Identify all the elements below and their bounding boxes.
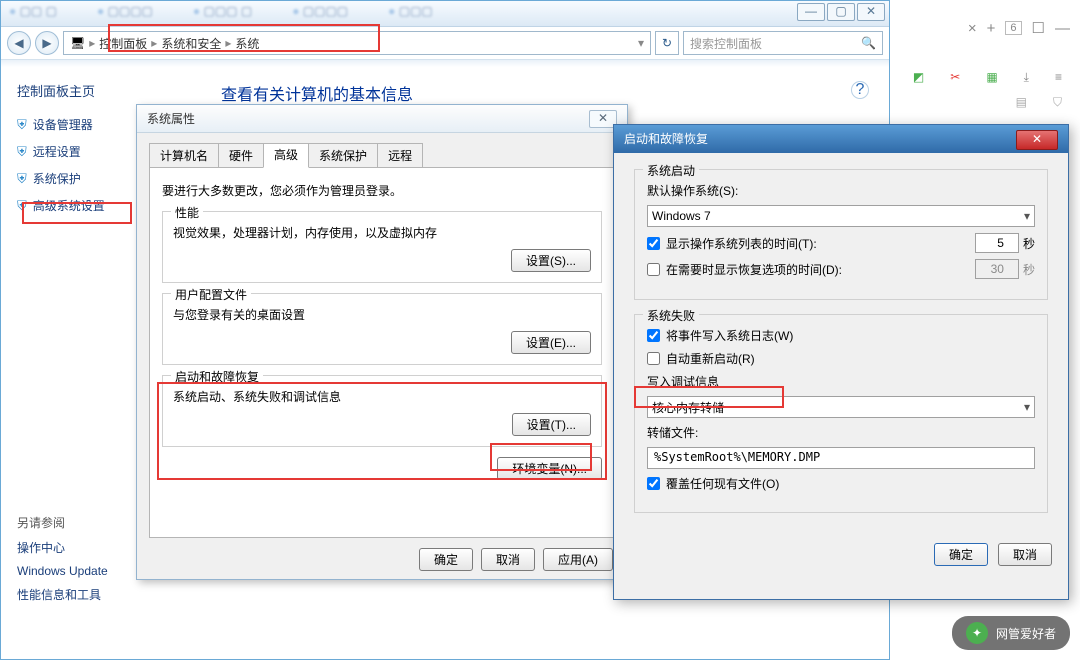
auto-restart-checkbox[interactable] — [647, 352, 660, 365]
chevron-down-icon[interactable]: ▾ — [638, 36, 644, 50]
perf-settings-button[interactable]: 设置(S)... — [511, 249, 591, 272]
pc-icon: 🖥 — [70, 36, 85, 50]
default-os-select[interactable]: Windows 7 ▾ — [647, 205, 1035, 227]
shield-icon: ⛉ — [1053, 95, 1062, 125]
tab-count: 6 — [1005, 21, 1021, 35]
group-title: 性能 — [171, 204, 203, 221]
bookmark-icon: ☐ — [1032, 19, 1045, 37]
tab-remote[interactable]: 远程 — [377, 143, 423, 167]
tab-advanced[interactable]: 高级 — [263, 143, 309, 168]
admin-note: 要进行大多数更改，您必须作为管理员登录。 — [162, 182, 602, 199]
tab-computer-name[interactable]: 计算机名 — [149, 143, 219, 167]
show-recovery-checkbox[interactable] — [647, 263, 660, 276]
dump-file-label: 转储文件: — [647, 424, 698, 441]
sidebar-home[interactable]: 控制面板主页 — [17, 81, 191, 100]
auto-restart-label: 自动重新启动(R) — [666, 350, 755, 367]
ok-button[interactable]: 确定 — [419, 548, 473, 571]
page-icon: ▤ — [1016, 95, 1027, 125]
shield-icon: ⛨ — [17, 144, 27, 160]
show-recovery-label: 在需要时显示恢复选项的时间(D): — [666, 261, 842, 278]
close-button[interactable]: ✕ — [1016, 130, 1058, 150]
dump-file-input[interactable]: %SystemRoot%\MEMORY.DMP — [647, 447, 1035, 469]
tab-strip: 计算机名 硬件 高级 系统保护 远程 — [149, 143, 617, 168]
perf-desc: 视觉效果，处理器计划，内存使用，以及虚拟内存 — [173, 224, 591, 241]
minimize-icon: — — [1055, 20, 1070, 37]
back-button[interactable]: ◀ — [7, 31, 31, 55]
dialog-title: 启动和故障恢复 — [624, 130, 708, 148]
cancel-button[interactable]: 取消 — [481, 548, 535, 571]
dialog-titlebar: 系统属性 ✕ — [137, 105, 627, 133]
download-icon: ⤓ — [1024, 70, 1029, 85]
cancel-button[interactable]: 取消 — [998, 543, 1052, 566]
search-input[interactable]: 搜索控制面板 🔍 — [683, 31, 883, 55]
shield-icon: ⛨ — [17, 171, 27, 187]
highlight-startup-button — [490, 443, 592, 471]
group-profile: 用户配置文件 与您登录有关的桌面设置 设置(E)... — [162, 293, 602, 365]
show-list-label: 显示操作系统列表的时间(T): — [666, 235, 817, 252]
menu-icon: ≡ — [1055, 70, 1062, 84]
show-list-checkbox[interactable] — [647, 237, 660, 250]
search-placeholder: 搜索控制面板 — [690, 35, 762, 52]
profile-settings-button[interactable]: 设置(E)... — [511, 331, 591, 354]
group-title: 系统启动 — [643, 162, 699, 179]
blurred-tabs: ▢▢ ▢▢▢▢▢▢▢▢ ▢▢▢▢▢▢▢▢ — [9, 4, 433, 18]
ok-button[interactable]: 确定 — [934, 543, 988, 566]
dialog-titlebar: 启动和故障恢复 ✕ — [614, 125, 1068, 153]
show-recovery-seconds — [975, 259, 1019, 279]
chevron-down-icon: ▾ — [1024, 400, 1030, 414]
page-heading: 查看有关计算机的基本信息 — [221, 81, 869, 105]
dialog-footer: 确定 取消 — [614, 543, 1068, 578]
profile-desc: 与您登录有关的桌面设置 — [173, 306, 591, 323]
overwrite-checkbox[interactable] — [647, 477, 660, 490]
group-title: 系统失败 — [643, 307, 699, 324]
chevron-down-icon: ▾ — [1024, 209, 1030, 223]
close-icon: × — [968, 20, 977, 37]
maximize-button[interactable]: ▢ — [827, 3, 855, 21]
scissors-icon: ✂ — [950, 70, 960, 84]
refresh-button[interactable]: ↻ — [655, 31, 679, 55]
dialog-title: 系统属性 — [147, 110, 195, 127]
tab-content: 要进行大多数更改，您必须作为管理员登录。 性能 视觉效果，处理器计划，内存使用，… — [149, 168, 615, 538]
highlight-auto-restart — [634, 386, 784, 408]
background-browser-toolbar: ◩ ✂ ▦ ⤓ ≡ — [900, 62, 1080, 92]
apply-button[interactable]: 应用(A) — [543, 548, 613, 571]
help-icon[interactable]: ? — [851, 81, 869, 99]
highlight-breadcrumb — [108, 24, 380, 52]
dialog-footer: 确定 取消 应用(A) — [137, 538, 627, 581]
background-row-3: ▤ ⛉ — [900, 95, 1080, 125]
gamepad-icon: ▦ — [986, 70, 997, 84]
translate-icon: ◩ — [913, 70, 924, 84]
highlight-advanced-link — [22, 202, 132, 224]
group-system-failure: 系统失败 将事件写入系统日志(W) 自动重新启动(R) 写入调试信息 核心内存转… — [634, 314, 1048, 513]
system-properties-dialog: 系统属性 ✕ 计算机名 硬件 高级 系统保护 远程 要进行大多数更改，您必须作为… — [136, 104, 628, 580]
startup-recovery-dialog: 启动和故障恢复 ✕ 系统启动 默认操作系统(S): Windows 7 ▾ 显示… — [613, 124, 1069, 600]
watermark: ✦ 网管爱好者 — [952, 616, 1070, 650]
search-icon: 🔍 — [861, 36, 876, 50]
wechat-icon: ✦ — [966, 622, 988, 644]
show-list-seconds[interactable] — [975, 233, 1019, 253]
tab-hardware[interactable]: 硬件 — [218, 143, 264, 167]
tab-protection[interactable]: 系统保护 — [308, 143, 378, 167]
divider — [1, 59, 889, 67]
default-os-label: 默认操作系统(S): — [647, 182, 738, 199]
overwrite-label: 覆盖任何现有文件(O) — [666, 475, 779, 492]
group-performance: 性能 视觉效果，处理器计划，内存使用，以及虚拟内存 设置(S)... — [162, 211, 602, 283]
link-performance[interactable]: 性能信息和工具 — [17, 586, 191, 603]
plus-icon: + — [987, 20, 996, 37]
forward-button[interactable]: ▶ — [35, 31, 59, 55]
write-event-label: 将事件写入系统日志(W) — [666, 327, 793, 344]
group-system-boot: 系统启动 默认操作系统(S): Windows 7 ▾ 显示操作系统列表的时间(… — [634, 169, 1048, 300]
minimize-button[interactable]: — — [797, 3, 825, 21]
close-button[interactable]: ✕ — [857, 3, 885, 21]
write-event-checkbox[interactable] — [647, 329, 660, 342]
group-title: 用户配置文件 — [171, 286, 251, 303]
shield-icon: ⛨ — [17, 117, 27, 133]
background-browser-controls: × + 6 ☐ — — [900, 0, 1080, 56]
